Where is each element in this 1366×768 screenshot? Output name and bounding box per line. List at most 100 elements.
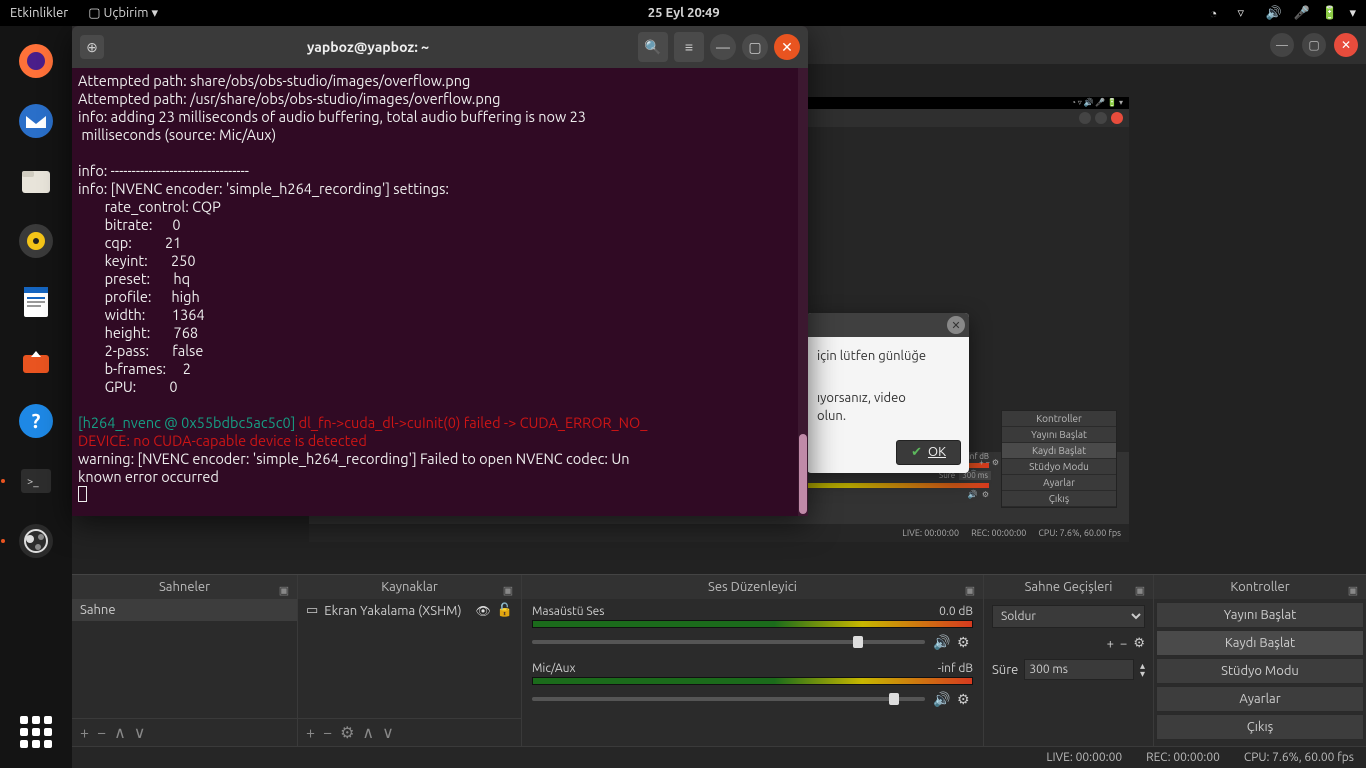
pop-out-icon[interactable]: ▣ <box>277 579 291 593</box>
sources-header[interactable]: Kaynaklar▣ <box>298 575 521 599</box>
start-recording-button[interactable]: Kaydı Başlat <box>1156 630 1364 656</box>
terminal-header[interactable]: ⊕ yapboz@yapboz: ~ 🔍 ≡ — ▢ ✕ <box>72 26 808 68</box>
scrollbar-thumb[interactable] <box>799 434 807 514</box>
duration-input[interactable] <box>1024 659 1134 680</box>
mini-ctrl-btn: Stüdyo Modu <box>1002 459 1116 475</box>
obs-maximize-button[interactable]: ▢ <box>1302 33 1326 57</box>
vu-meter <box>532 620 973 628</box>
dock-rhythmbox[interactable] <box>9 214 63 268</box>
mini-ctrl-btn: Çıkış <box>1002 491 1116 507</box>
dialog-close-button[interactable]: ✕ <box>947 316 965 334</box>
display-icon: ▭ <box>306 603 318 618</box>
term-line: info: --------------------------------- <box>78 162 249 179</box>
term-line: milliseconds (source: Mic/Aux) <box>78 126 276 143</box>
obs-minimize-button[interactable]: — <box>1270 33 1294 57</box>
clock[interactable]: 25 Eyl 20:49 <box>158 6 1209 20</box>
lock-icon[interactable]: 🔓 <box>497 603 513 618</box>
speaker-icon[interactable]: 🔊 <box>933 634 949 650</box>
scenes-footer: + − ∧ ∨ <box>72 718 297 746</box>
wifi-icon[interactable]: ▿ <box>1237 6 1251 20</box>
mini-controls-header: Kontroller <box>1002 411 1116 427</box>
maximize-button[interactable]: ▢ <box>742 34 768 60</box>
gear-icon[interactable]: ⚙ <box>957 691 973 707</box>
volume-icon[interactable]: 🔊 <box>1265 6 1279 20</box>
status-cpu: CPU: 7.6%, 60.00 fps <box>1244 751 1354 764</box>
dock-terminal[interactable]: >_ <box>9 454 63 508</box>
pop-out-icon[interactable]: ▣ <box>501 579 515 593</box>
pop-out-icon[interactable]: ▣ <box>1346 579 1360 593</box>
gear-icon[interactable]: ⚙ <box>1133 636 1145 651</box>
term-line: info: adding 23 milliseconds of audio bu… <box>78 108 586 125</box>
exit-button[interactable]: Çıkış <box>1156 714 1364 740</box>
dock-writer[interactable] <box>9 274 63 328</box>
scenes-header[interactable]: Sahneler▣ <box>72 575 297 599</box>
new-tab-button[interactable]: ⊕ <box>80 35 104 59</box>
add-icon[interactable]: + <box>306 724 315 742</box>
app-menu[interactable]: ▢ Uçbirim ▾ <box>88 6 158 21</box>
dock-thunderbird[interactable] <box>9 94 63 148</box>
up-icon[interactable]: ∧ <box>114 723 126 742</box>
transition-select[interactable]: Soldur <box>992 605 1145 628</box>
volume-slider[interactable] <box>532 640 925 644</box>
speaker-icon[interactable]: 🔊 <box>933 691 949 707</box>
settings-icon[interactable]: ⚙ <box>340 723 354 742</box>
source-item[interactable]: ▭ Ekran Yakalama (XSHM) 👁 🔓 <box>298 599 521 622</box>
visibility-icon[interactable]: 👁 <box>476 604 491 618</box>
dock-firefox[interactable] <box>9 34 63 88</box>
obs-bottom-docks: Sahneler▣ Sahne + − ∧ ∨ Kaynaklar▣ ▭ Ekr… <box>72 574 1366 746</box>
close-button[interactable]: ✕ <box>774 34 800 60</box>
search-button[interactable]: 🔍 <box>638 32 668 62</box>
term-line: profile: high <box>78 288 200 305</box>
gear-icon[interactable]: ⚙ <box>957 634 973 650</box>
dock-obs[interactable] <box>9 514 63 568</box>
mini-status-cpu: CPU: 7.6%, 60.00 fps <box>1038 528 1121 538</box>
pop-out-icon[interactable]: ▣ <box>963 579 977 593</box>
dock-software[interactable] <box>9 334 63 388</box>
mixer-header[interactable]: Ses Düzenleyici▣ <box>522 575 983 599</box>
show-applications[interactable] <box>20 716 52 748</box>
dialog-ok-button[interactable]: ✔OK <box>896 440 961 465</box>
pop-out-icon[interactable]: ▣ <box>1133 579 1147 593</box>
dock-help[interactable]: ? <box>9 394 63 448</box>
scene-item[interactable]: Sahne <box>72 599 297 621</box>
activities-button[interactable]: Etkinlikler <box>10 6 68 21</box>
up-icon[interactable]: ∧ <box>362 723 374 742</box>
battery-icon[interactable]: 🔋 <box>1321 6 1335 20</box>
channel-name: Mic/Aux <box>532 662 576 675</box>
add-icon[interactable]: + <box>80 724 89 742</box>
dock-files[interactable] <box>9 154 63 208</box>
source-item-label: Ekran Yakalama (XSHM) <box>324 604 461 618</box>
start-streaming-button[interactable]: Yayını Başlat <box>1156 602 1364 628</box>
terminal-title: yapboz@yapboz: ~ <box>104 39 632 55</box>
studio-mode-button[interactable]: Stüdyo Modu <box>1156 658 1364 684</box>
term-line: preset: hq <box>78 270 190 287</box>
mini-min <box>1079 112 1091 124</box>
down-icon[interactable]: ∨ <box>382 723 394 742</box>
minimize-button[interactable]: — <box>710 34 736 60</box>
gnome-topbar: Etkinlikler ▢ Uçbirim ▾ 25 Eyl 20:49 ◔ ▿… <box>0 0 1366 26</box>
terminal-body[interactable]: Attempted path: share/obs/obs-studio/ima… <box>72 68 808 516</box>
error-dialog: ✕ için lütfen günlüğe ıyorsanız, video o… <box>807 313 969 473</box>
settings-button[interactable]: Ayarlar <box>1156 686 1364 712</box>
add-icon[interactable]: + <box>1107 637 1114 651</box>
mic-icon[interactable]: 🎤 <box>1293 6 1307 20</box>
remove-icon[interactable]: − <box>323 724 332 742</box>
remove-icon[interactable]: − <box>97 724 106 742</box>
menu-button[interactable]: ≡ <box>674 32 704 62</box>
obs-tray-icon[interactable]: ◔ <box>1209 6 1223 20</box>
controls-dock: Kontroller▣ Yayını Başlat Kaydı Başlat S… <box>1154 575 1366 746</box>
dialog-text: olun. <box>817 407 959 425</box>
transitions-header[interactable]: Sahne Geçişleri▣ <box>984 575 1153 599</box>
remove-icon[interactable]: − <box>1120 637 1127 651</box>
mini-speaker-icon: 🔊 <box>968 490 978 499</box>
controls-header[interactable]: Kontroller▣ <box>1154 575 1366 599</box>
svg-text:?: ? <box>32 409 41 432</box>
duration-label: Süre <box>992 663 1018 677</box>
volume-slider[interactable] <box>532 697 925 701</box>
stepper-icon[interactable]: ▴▾ <box>1140 662 1145 678</box>
system-menu-chevron[interactable]: ▾ <box>1349 6 1356 21</box>
terminal-scrollbar[interactable] <box>798 68 808 516</box>
obs-close-button[interactable]: ✕ <box>1334 33 1358 57</box>
down-icon[interactable]: ∨ <box>134 723 146 742</box>
dialog-header[interactable]: ✕ <box>807 313 969 337</box>
